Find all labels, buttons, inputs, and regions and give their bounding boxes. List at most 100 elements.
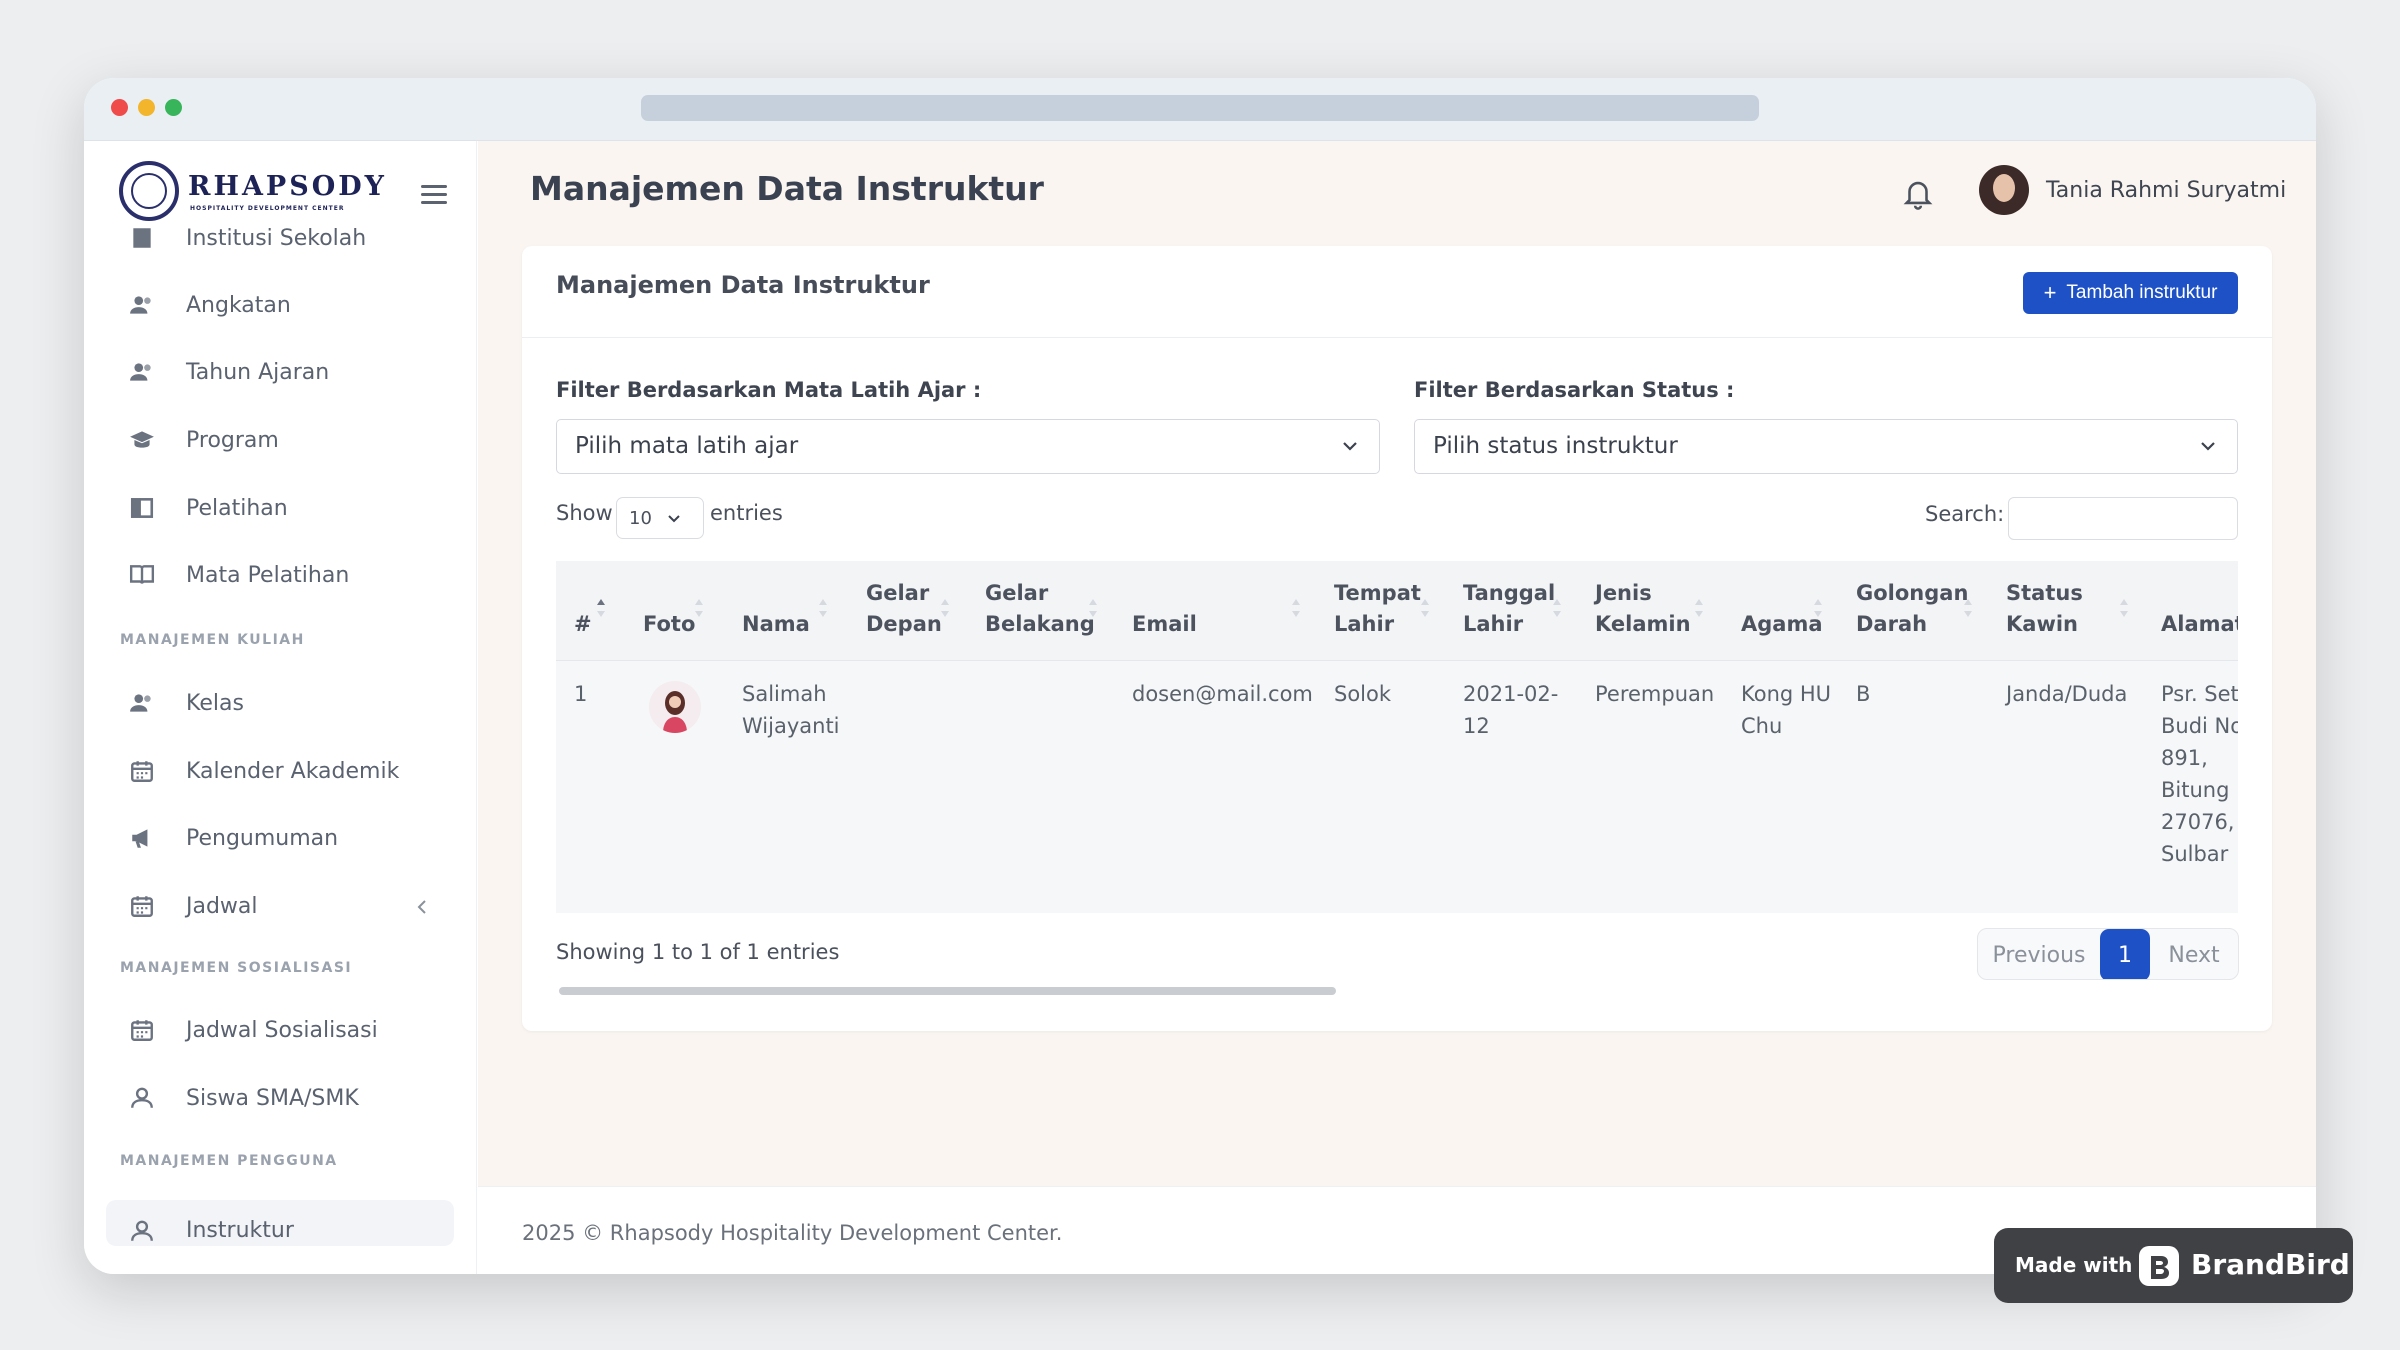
sort-icon[interactable]	[1813, 598, 1823, 618]
sidebar-item-label: Kalender Akademik	[186, 758, 400, 784]
instructor-card: Manajemen Data Instruktur + Tambah instr…	[522, 246, 2272, 1031]
cell-no: 1	[574, 682, 588, 706]
sort-icon[interactable]	[940, 598, 950, 618]
sidebar-item-siswa[interactable]: Siswa SMA/SMK	[84, 1075, 476, 1121]
sidebar-item-label: Siswa SMA/SMK	[186, 1085, 359, 1111]
user-icon	[131, 1087, 153, 1108]
add-instructor-label: Tambah instruktur	[2066, 282, 2218, 303]
search-label: Search:	[1925, 502, 2005, 526]
section-manajemen-sosialisasi: MANAJEMEN SOSIALISASI	[120, 960, 353, 976]
brandbird-logo-icon	[2139, 1246, 2179, 1286]
sort-icon[interactable]	[1291, 598, 1301, 618]
cell-agama: Kong HU Chu	[1741, 682, 1832, 738]
calendar-icon	[131, 761, 153, 782]
hamburger-menu-icon[interactable]	[421, 185, 447, 205]
sort-icon[interactable]	[818, 598, 828, 618]
cell-golongan-darah: B	[1856, 682, 1871, 706]
sidebar-item-label: Program	[186, 427, 279, 453]
card-title: Manajemen Data Instruktur	[556, 271, 930, 299]
search-input[interactable]	[2008, 497, 2238, 540]
sidebar-item-mata-pelatihan[interactable]: Mata Pelatihan	[84, 552, 476, 598]
sidebar-item-jadwal-sosialisasi[interactable]: Jadwal Sosialisasi	[84, 1007, 476, 1053]
col-nama[interactable]: Nama	[742, 609, 810, 640]
filter-status-select[interactable]: Pilih status instruktur	[1414, 419, 2238, 474]
col-tanggal-lahir[interactable]: Tanggal Lahir	[1463, 578, 1555, 640]
add-instructor-button[interactable]: + Tambah instruktur	[2023, 272, 2238, 314]
col-no[interactable]: #	[574, 609, 592, 640]
col-gelar-belakang[interactable]: Gelar Belakang	[985, 578, 1095, 640]
sidebar-item-label: Instruktur	[186, 1218, 294, 1243]
sidebar-item-label: Jadwal Sosialisasi	[186, 1017, 378, 1043]
brandbird-name: BrandBird	[2191, 1248, 2350, 1281]
page-1-button[interactable]: 1	[2100, 929, 2150, 979]
logo-subtitle: HOSPITALITY DEVELOPMENT CENTER	[190, 205, 345, 212]
sidebar-item-institusi[interactable]: Institusi Sekolah	[84, 215, 476, 261]
col-gelar-depan[interactable]: Gelar Depan	[866, 578, 946, 640]
col-email[interactable]: Email	[1132, 609, 1197, 640]
col-status-kawin[interactable]: Status Kawin	[2006, 578, 2083, 640]
sidebar-item-angkatan[interactable]: Angkatan	[84, 282, 476, 328]
card-header: Manajemen Data Instruktur + Tambah instr…	[522, 246, 2272, 338]
filter-mata-select[interactable]: Pilih mata latih ajar	[556, 419, 1380, 474]
sort-icon[interactable]	[2119, 598, 2129, 618]
col-jenis-kelamin[interactable]: Jenis Kelamin	[1595, 578, 1691, 640]
sidebar-item-label: Pelatihan	[186, 495, 288, 521]
plus-icon: +	[2043, 280, 2057, 305]
col-agama[interactable]: Agama	[1741, 609, 1823, 640]
footer-copyright: 2025 © Rhapsody Hospitality Development …	[522, 1221, 1063, 1245]
sort-icon[interactable]	[1963, 598, 1973, 618]
horizontal-scrollbar[interactable]	[559, 987, 1336, 995]
minimize-dot[interactable]	[138, 99, 155, 116]
maximize-dot[interactable]	[165, 99, 182, 116]
entries-select[interactable]: 10	[616, 497, 704, 539]
user-name[interactable]: Tania Rahmi Suryatmi	[2046, 178, 2286, 203]
bell-icon[interactable]	[1901, 175, 1935, 211]
brandbird-badge[interactable]: Made with BrandBird	[1994, 1228, 2353, 1303]
calendar-icon	[131, 896, 153, 917]
instructor-table: # Foto Nama Gelar Depan Gelar Belakang E…	[556, 561, 2238, 913]
sort-icon[interactable]	[1420, 598, 1430, 618]
sidebar-item-pengumuman[interactable]: Pengumuman	[84, 815, 476, 861]
col-golongan-darah[interactable]: Golongan Darah	[1856, 578, 1968, 640]
sort-icon[interactable]	[694, 598, 704, 618]
sidebar-item-program[interactable]: Program	[84, 417, 476, 463]
show-label: Show	[556, 501, 613, 525]
filter-mata-value: Pilih mata latih ajar	[575, 433, 799, 459]
col-alamat[interactable]: Alamat	[2161, 609, 2238, 640]
col-foto[interactable]: Foto	[643, 609, 695, 640]
columns-icon	[130, 498, 154, 518]
sort-icon[interactable]	[1552, 598, 1562, 618]
logo-text: RHAPSODY	[188, 171, 387, 202]
section-manajemen-pengguna: MANAJEMEN PENGGUNA	[120, 1153, 338, 1169]
users-icon	[130, 694, 151, 712]
sidebar-item-instruktur[interactable]: Instruktur	[106, 1200, 454, 1246]
sidebar: RHAPSODY HOSPITALITY DEVELOPMENT CENTER …	[84, 141, 477, 1274]
users-icon	[130, 296, 151, 314]
sidebar-item-label: Kelas	[186, 690, 244, 716]
cell-email: dosen@mail.com	[1132, 682, 1313, 706]
cell-jenis-kelamin: Perempuan	[1595, 682, 1715, 706]
col-tempat-lahir[interactable]: Tempat Lahir	[1334, 578, 1424, 640]
made-with-label: Made with	[2015, 1253, 2133, 1277]
avatar[interactable]	[1979, 165, 2029, 215]
sidebar-item-label: Jadwal	[186, 893, 258, 919]
sidebar-item-kelas[interactable]: Kelas	[84, 680, 476, 726]
sidebar-item-jadwal[interactable]: Jadwal	[84, 883, 476, 929]
filter-status-label: Filter Berdasarkan Status :	[1414, 378, 1735, 402]
chevron-down-icon	[1343, 442, 1357, 451]
sidebar-item-tahun-ajaran[interactable]: Tahun Ajaran	[84, 349, 476, 395]
previous-button[interactable]: Previous	[1978, 929, 2100, 979]
sort-icon[interactable]	[1694, 598, 1704, 618]
sidebar-item-pelatihan[interactable]: Pelatihan	[84, 485, 476, 531]
sidebar-item-kalender-akademik[interactable]: Kalender Akademik	[84, 748, 476, 794]
next-button[interactable]: Next	[2150, 929, 2238, 979]
sort-asc-icon[interactable]	[596, 598, 606, 618]
table-info: Showing 1 to 1 of 1 entries	[556, 940, 840, 964]
cell-tempat-lahir: Solok	[1334, 682, 1392, 706]
close-dot[interactable]	[111, 99, 128, 116]
table-body: 1 Salimah Wijayanti dosen@mail.com Solok…	[556, 661, 2238, 913]
address-bar[interactable]	[641, 95, 1759, 121]
chevron-left-icon[interactable]	[416, 900, 428, 914]
sort-icon[interactable]	[1088, 598, 1098, 618]
section-manajemen-kuliah: MANAJEMEN KULIAH	[120, 632, 305, 648]
